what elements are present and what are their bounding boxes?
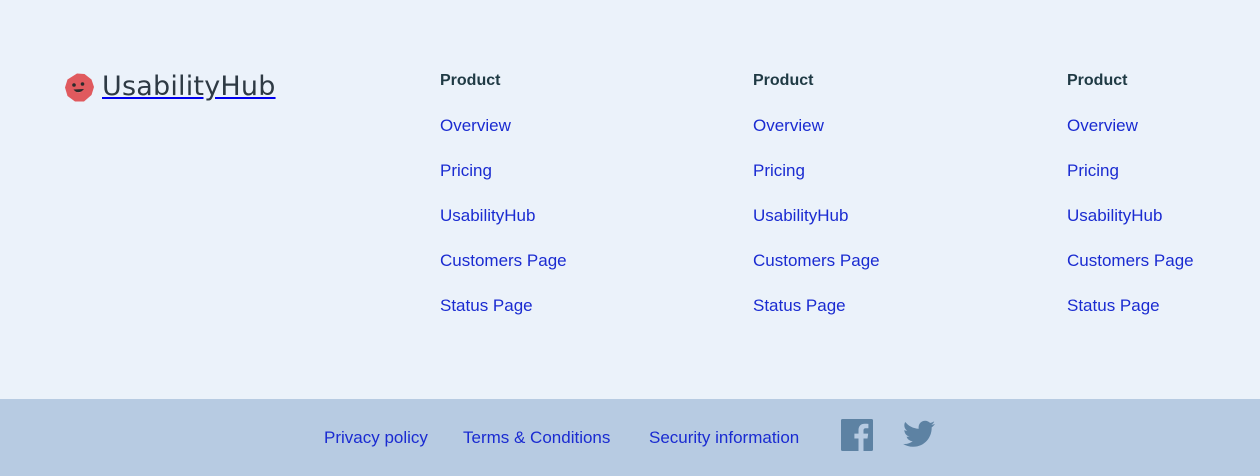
footer-link-status-page[interactable]: Status Page (1067, 295, 1160, 317)
footer-link-customers-page[interactable]: Customers Page (1067, 250, 1194, 272)
column-link-list: Overview Pricing UsabilityHub Customers … (1067, 115, 1260, 340)
footer-link-pricing[interactable]: Pricing (440, 160, 492, 182)
footer-link-customers-page[interactable]: Customers Page (753, 250, 880, 272)
twitter-link[interactable] (903, 420, 935, 448)
footer-link-overview[interactable]: Overview (753, 115, 824, 137)
footer-column-product-2: Product Overview Pricing UsabilityHub Cu… (753, 70, 953, 340)
column-heading: Product (1067, 72, 1128, 89)
footer-column-product-3: Product Overview Pricing UsabilityHub Cu… (1067, 70, 1260, 340)
column-heading: Product (440, 72, 501, 89)
footer-link-status-page[interactable]: Status Page (753, 295, 846, 317)
footer-link-pricing[interactable]: Pricing (1067, 160, 1119, 182)
column-heading: Product (753, 72, 814, 89)
footer-link-customers-page[interactable]: Customers Page (440, 250, 567, 272)
footer-bottom-bar: Privacy policy Terms & Conditions Securi… (0, 399, 1260, 476)
facebook-link[interactable] (841, 419, 873, 451)
footer-link-usabilityhub[interactable]: UsabilityHub (753, 205, 848, 227)
security-information-link[interactable]: Security information (649, 427, 799, 449)
usabilityhub-logo-icon (65, 73, 94, 101)
twitter-icon (903, 420, 935, 447)
privacy-policy-link[interactable]: Privacy policy (324, 427, 428, 449)
footer-link-pricing[interactable]: Pricing (753, 160, 805, 182)
footer-link-usabilityhub[interactable]: UsabilityHub (440, 205, 535, 227)
footer-column-product-1: Product Overview Pricing UsabilityHub Cu… (440, 70, 640, 340)
terms-conditions-link[interactable]: Terms & Conditions (463, 427, 610, 449)
site-footer: UsabilityHub Product Overview Pricing Us… (0, 0, 1260, 399)
brand-name: UsabilityHub (102, 71, 276, 102)
footer-link-overview[interactable]: Overview (440, 115, 511, 137)
brand-home-link[interactable]: UsabilityHub (64, 70, 276, 104)
footer-link-overview[interactable]: Overview (1067, 115, 1138, 137)
column-link-list: Overview Pricing UsabilityHub Customers … (753, 115, 953, 340)
footer-link-usabilityhub[interactable]: UsabilityHub (1067, 205, 1162, 227)
facebook-icon (841, 419, 873, 451)
column-link-list: Overview Pricing UsabilityHub Customers … (440, 115, 640, 340)
footer-link-status-page[interactable]: Status Page (440, 295, 533, 317)
